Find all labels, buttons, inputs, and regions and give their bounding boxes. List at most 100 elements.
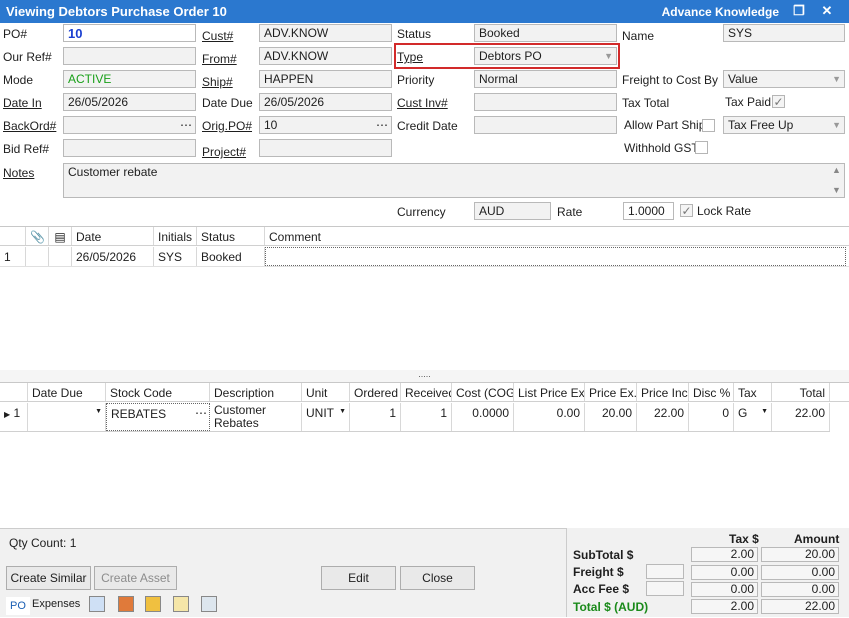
project-field[interactable] (259, 139, 392, 157)
notes-scroll-up-icon[interactable]: ▲ (832, 165, 841, 175)
create-asset-button[interactable]: Create Asset (94, 566, 177, 590)
currency-label: Currency (397, 205, 446, 219)
backord-ellipsis-icon[interactable]: ⋯ (180, 118, 192, 132)
history-col-comment[interactable]: Comment (265, 227, 849, 245)
freight-amount[interactable]: 0.00 (761, 565, 839, 580)
create-similar-button[interactable]: Create Similar (6, 566, 91, 590)
lines-col-disc[interactable]: Disc % (689, 383, 734, 401)
lines-col-date-due[interactable]: Date Due (28, 383, 106, 401)
close-button[interactable]: Close (400, 566, 475, 590)
lines-col-unit[interactable]: Unit (302, 383, 350, 401)
tax-paid-checkbox[interactable] (772, 95, 785, 108)
history-row-comment[interactable] (265, 247, 846, 266)
cust-inv-field[interactable] (474, 93, 617, 111)
lines-col-received[interactable]: Received (401, 383, 452, 401)
note-icon[interactable]: ▤ (49, 227, 72, 245)
ship-label[interactable]: Ship# (202, 75, 233, 89)
acc-fee-tax[interactable]: 0.00 (691, 582, 758, 597)
from-label[interactable]: From# (202, 52, 237, 66)
notes-label[interactable]: Notes (3, 166, 34, 180)
attachment-icon[interactable]: 📎 (26, 227, 49, 245)
allow-part-ship-checkbox[interactable] (702, 119, 715, 132)
lines-row-cost[interactable]: 0.0000 (452, 403, 514, 431)
ship-field[interactable]: HAPPEN (259, 70, 392, 88)
name-field[interactable]: SYS (723, 24, 845, 42)
history-col-initials[interactable]: Initials (154, 227, 197, 245)
lines-row-ordered[interactable]: 1 (350, 403, 401, 431)
orig-po-ellipsis-icon[interactable]: ⋯ (376, 118, 388, 132)
unit-chevron-down-icon[interactable]: ▼ (339, 408, 346, 415)
date-due-chevron-down-icon[interactable]: ▼ (95, 408, 102, 415)
lines-row-unit[interactable]: UNIT ▼ (302, 403, 350, 431)
lines-row-tax[interactable]: G ▼ (734, 403, 772, 431)
lines-col-price-inc[interactable]: Price Inc. (637, 383, 689, 401)
backord-field[interactable] (63, 116, 196, 134)
type-dropdown[interactable]: Debtors PO ▼ (474, 47, 617, 65)
lines-col-tax[interactable]: Tax (734, 383, 772, 401)
lines-col-price-ex[interactable]: Price Ex. (585, 383, 637, 401)
lines-col-cost[interactable]: Cost (COG) (452, 383, 514, 401)
folders-icon[interactable] (145, 596, 161, 612)
date-due-field[interactable]: 26/05/2026 (259, 93, 392, 111)
orig-po-label[interactable]: Orig.PO# (202, 119, 252, 133)
clipboard-icon[interactable] (173, 596, 189, 612)
cust-inv-label[interactable]: Cust Inv# (397, 96, 448, 110)
lines-row-date-due[interactable]: ▼ (28, 403, 106, 431)
lines-col-list-price[interactable]: List Price Ex. (514, 383, 585, 401)
withhold-gst-checkbox[interactable] (695, 141, 708, 154)
type-label[interactable]: Type (397, 50, 423, 64)
lines-row-disc[interactable]: 0 (689, 403, 734, 431)
notes-scroll-down-icon[interactable]: ▼ (832, 185, 841, 195)
freight-tax[interactable]: 0.00 (691, 565, 758, 580)
tab-expenses[interactable]: Expenses (28, 595, 84, 613)
tax-chevron-down-icon[interactable]: ▼ (761, 408, 768, 415)
lines-col-ordered[interactable]: Ordered (350, 383, 401, 401)
grid-splitter[interactable]: ..... (0, 370, 849, 382)
lines-row-price-inc[interactable]: 22.00 (637, 403, 689, 431)
cust-label[interactable]: Cust# (202, 29, 233, 43)
backord-label[interactable]: BackOrd# (3, 119, 56, 133)
close-icon[interactable]: ✕ (818, 3, 836, 19)
lines-row-num: ▶ 1 (0, 403, 28, 431)
table-row[interactable]: ▶ 1 ▼ REBATES ⋯ Customer Rebates UNIT ▼ 1 … (0, 403, 830, 432)
lines-col-stock-code[interactable]: Stock Code (106, 383, 210, 401)
freight-cost-dropdown[interactable]: Value ▼ (723, 70, 845, 88)
orig-po-field[interactable]: 10 (259, 116, 392, 134)
our-ref-field[interactable] (63, 47, 196, 65)
po-number-field[interactable]: 10 (63, 24, 196, 42)
edit-button[interactable]: Edit (321, 566, 396, 590)
bid-ref-field[interactable] (63, 139, 196, 157)
chat-icon[interactable] (201, 596, 217, 612)
rate-field[interactable]: 1.0000 (623, 202, 674, 220)
table-row[interactable]: 1 26/05/2026 SYS Booked (0, 247, 849, 267)
lines-col-total[interactable]: Total (772, 383, 830, 401)
lines-row-list-price[interactable]: 0.00 (514, 403, 585, 431)
stock-code-ellipsis-icon[interactable]: ⋯ (195, 406, 207, 420)
lines-row-received[interactable]: 1 (401, 403, 452, 431)
freight-extra-field[interactable] (646, 564, 684, 579)
project-label[interactable]: Project# (202, 145, 246, 159)
credit-date-field[interactable] (474, 116, 617, 134)
cust-field[interactable]: ADV.KNOW (259, 24, 392, 42)
grid-icon[interactable] (89, 596, 105, 612)
currency-field[interactable]: AUD (474, 202, 551, 220)
date-in-label[interactable]: Date In (3, 96, 42, 110)
document-icon[interactable] (118, 596, 134, 612)
lines-row-stock-code[interactable]: REBATES ⋯ (106, 403, 210, 431)
acc-fee-amount[interactable]: 0.00 (761, 582, 839, 597)
lines-row-price-ex[interactable]: 20.00 (585, 403, 637, 431)
notes-field[interactable]: Customer rebate (63, 163, 845, 198)
date-in-field[interactable]: 26/05/2026 (63, 93, 196, 111)
restore-icon[interactable]: ❐ (790, 3, 808, 19)
from-field[interactable]: ADV.KNOW (259, 47, 392, 65)
history-col-status[interactable]: Status (197, 227, 265, 245)
tax-free-dropdown[interactable]: Tax Free Up ▼ (723, 116, 845, 134)
tab-po[interactable]: PO (6, 597, 30, 615)
lock-rate-checkbox[interactable] (680, 204, 693, 217)
lines-grid: Date Due Stock Code Description Unit Ord… (0, 382, 849, 528)
lines-col-description[interactable]: Description (210, 383, 302, 401)
history-col-date[interactable]: Date (72, 227, 154, 245)
priority-field[interactable]: Normal (474, 70, 617, 88)
acc-fee-extra-field[interactable] (646, 581, 684, 596)
company-name: Advance Knowledge (661, 5, 779, 19)
